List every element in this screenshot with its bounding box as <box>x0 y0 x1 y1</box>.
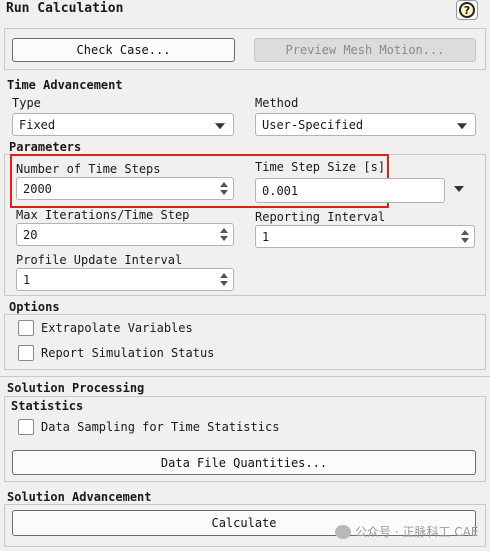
data-sampling-checkbox[interactable] <box>18 419 34 435</box>
num-time-steps-label: Number of Time Steps <box>16 162 161 176</box>
type-value: Fixed <box>19 117 56 132</box>
spinner-icon[interactable] <box>219 226 229 243</box>
num-time-steps-value: 2000 <box>23 181 52 196</box>
time-step-size-menu-icon[interactable] <box>454 186 464 192</box>
report-status-label: Report Simulation Status <box>41 346 215 360</box>
time-step-size-value: 0.001 <box>262 183 299 198</box>
reporting-interval-label: Reporting Interval <box>255 210 386 224</box>
spinner-icon[interactable] <box>460 228 470 245</box>
help-icon: ? <box>459 2 475 18</box>
solution-processing-heading: Solution Processing <box>7 381 145 395</box>
method-value: User-Specified <box>262 117 364 132</box>
divider <box>0 376 490 377</box>
help-button[interactable]: ? <box>456 0 478 20</box>
type-dropdown[interactable]: Fixed <box>12 113 234 136</box>
spinner-icon[interactable] <box>219 271 229 288</box>
profile-update-value: 1 <box>23 272 31 287</box>
solution-advancement-heading: Solution Advancement <box>7 490 152 504</box>
time-step-size-label: Time Step Size [s] <box>255 160 386 174</box>
panel-title: Run Calculation <box>6 1 124 16</box>
profile-update-label: Profile Update Interval <box>16 253 183 267</box>
preview-mesh-motion-button[interactable]: Preview Mesh Motion... <box>254 38 476 62</box>
watermark-text: 公众号 · 正脉科工 CAE <box>355 525 479 539</box>
check-case-button[interactable]: Check Case... <box>12 38 235 62</box>
report-status-checkbox[interactable] <box>18 345 34 361</box>
max-iterations-value: 20 <box>23 227 38 242</box>
statistics-heading: Statistics <box>11 399 84 413</box>
data-file-quantities-button[interactable]: Data File Quantities... <box>12 450 476 475</box>
num-time-steps-input[interactable]: 2000 <box>16 177 234 200</box>
options-heading: Options <box>9 300 60 314</box>
chevron-down-icon <box>457 122 467 129</box>
extrapolate-variables-checkbox[interactable] <box>18 320 34 336</box>
time-step-size-input[interactable]: 0.001 <box>255 178 445 203</box>
watermark: 公众号 · 正脉科工 CAE <box>335 523 478 540</box>
chevron-down-icon <box>215 122 225 129</box>
method-dropdown[interactable]: User-Specified <box>255 113 476 136</box>
reporting-interval-value: 1 <box>262 229 270 244</box>
extrapolate-variables-label: Extrapolate Variables <box>41 321 193 335</box>
max-iterations-label: Max Iterations/Time Step <box>16 208 190 222</box>
method-label: Method <box>255 96 299 110</box>
reporting-interval-input[interactable]: 1 <box>255 225 475 248</box>
wechat-icon <box>335 524 351 539</box>
type-label: Type <box>12 96 41 110</box>
spinner-icon[interactable] <box>219 180 229 197</box>
time-advancement-heading: Time Advancement <box>7 78 123 92</box>
data-sampling-label: Data Sampling for Time Statistics <box>41 420 280 434</box>
profile-update-input[interactable]: 1 <box>16 268 234 291</box>
max-iterations-input[interactable]: 20 <box>16 223 234 246</box>
parameters-heading: Parameters <box>9 140 82 154</box>
